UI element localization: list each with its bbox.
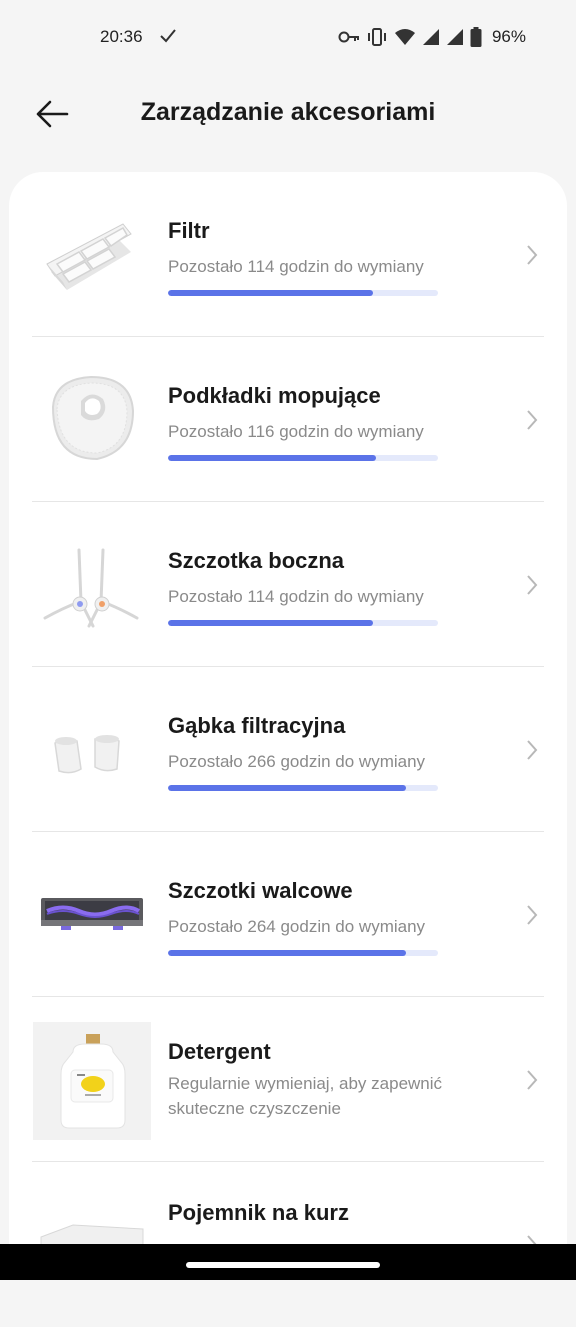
app-header: Zarządzanie akcesoriami	[0, 80, 576, 150]
item-title: Gąbka filtracyjna	[168, 713, 346, 738]
progress-track	[168, 455, 438, 461]
accessory-item-mop-pads[interactable]: Podkładki mopujące Pozostało 116 godzin …	[9, 337, 567, 502]
chevron-right-icon	[527, 1070, 538, 1090]
chevron-right-icon	[527, 245, 538, 265]
navigation-bar	[0, 1244, 576, 1280]
page-title: Zarządzanie akcesoriami	[140, 98, 436, 126]
home-gesture-handle[interactable]	[186, 1262, 380, 1268]
accessory-item-roller-brush[interactable]: Szczotki walcowe Pozostało 264 godzin do…	[9, 832, 567, 997]
signal-icon	[422, 29, 439, 45]
item-subtitle: Pozostało 264 godzin do wymiany	[168, 917, 426, 936]
chevron-right-icon	[527, 905, 538, 925]
accessory-item-filter-sponge[interactable]: Gąbka filtracyjna Pozostało 266 godzin d…	[9, 667, 567, 832]
battery-percent: 96%	[491, 27, 526, 46]
item-title: Pojemnik na kurz	[168, 1200, 349, 1225]
roller-brush-image	[41, 898, 143, 930]
signal-icon	[446, 29, 463, 45]
progress-track	[168, 290, 438, 296]
wifi-icon	[394, 29, 415, 45]
detergent-bottle-image	[33, 1022, 151, 1140]
progress-fill	[168, 950, 406, 956]
vpn-key-icon	[338, 31, 359, 43]
vibrate-icon	[367, 28, 386, 46]
accessories-card: Filtr Pozostało 114 godzin do wymiany Po…	[9, 172, 567, 1272]
filter-sponge-image	[54, 735, 120, 774]
accessory-item-side-brush[interactable]: Szczotka boczna Pozostało 114 godzin do …	[9, 502, 567, 667]
progress-track	[168, 785, 438, 791]
filter-image	[46, 223, 132, 290]
battery-icon	[470, 27, 482, 47]
item-title: Detergent	[168, 1039, 271, 1064]
status-time: 20:36	[100, 27, 143, 46]
item-subtitle-line1: Regularnie wymieniaj, aby zapewnić	[168, 1074, 443, 1093]
accessory-item-detergent[interactable]: Detergent Regularnie wymieniaj, aby zape…	[9, 997, 567, 1162]
item-title: Podkładki mopujące	[168, 383, 381, 408]
item-subtitle: Pozostało 116 godzin do wymiany	[168, 422, 424, 441]
progress-fill	[168, 455, 376, 461]
status-bar: 20:36 96%	[0, 0, 576, 72]
item-title: Szczotka boczna	[168, 548, 345, 573]
item-title: Filtr	[168, 218, 210, 243]
chevron-right-icon	[527, 410, 538, 430]
progress-fill	[168, 785, 406, 791]
item-subtitle: Pozostało 266 godzin do wymiany	[168, 752, 426, 771]
item-title: Szczotki walcowe	[168, 878, 353, 903]
side-brush-image	[43, 548, 139, 628]
item-subtitle: Pozostało 114 godzin do wymiany	[168, 587, 424, 606]
status-icons: 96%	[338, 26, 526, 48]
accessory-item-filter[interactable]: Filtr Pozostało 114 godzin do wymiany	[9, 172, 567, 337]
progress-track	[168, 950, 438, 956]
item-subtitle-line2: skuteczne czyszczenie	[168, 1099, 341, 1118]
chevron-right-icon	[527, 740, 538, 760]
chevron-right-icon	[527, 575, 538, 595]
progress-fill	[168, 290, 374, 296]
progress-fill	[168, 620, 374, 626]
mop-pad-image	[51, 375, 135, 461]
check-icon	[160, 29, 176, 43]
progress-track	[168, 620, 438, 626]
item-subtitle: Pozostało 114 godzin do wymiany	[168, 257, 424, 276]
